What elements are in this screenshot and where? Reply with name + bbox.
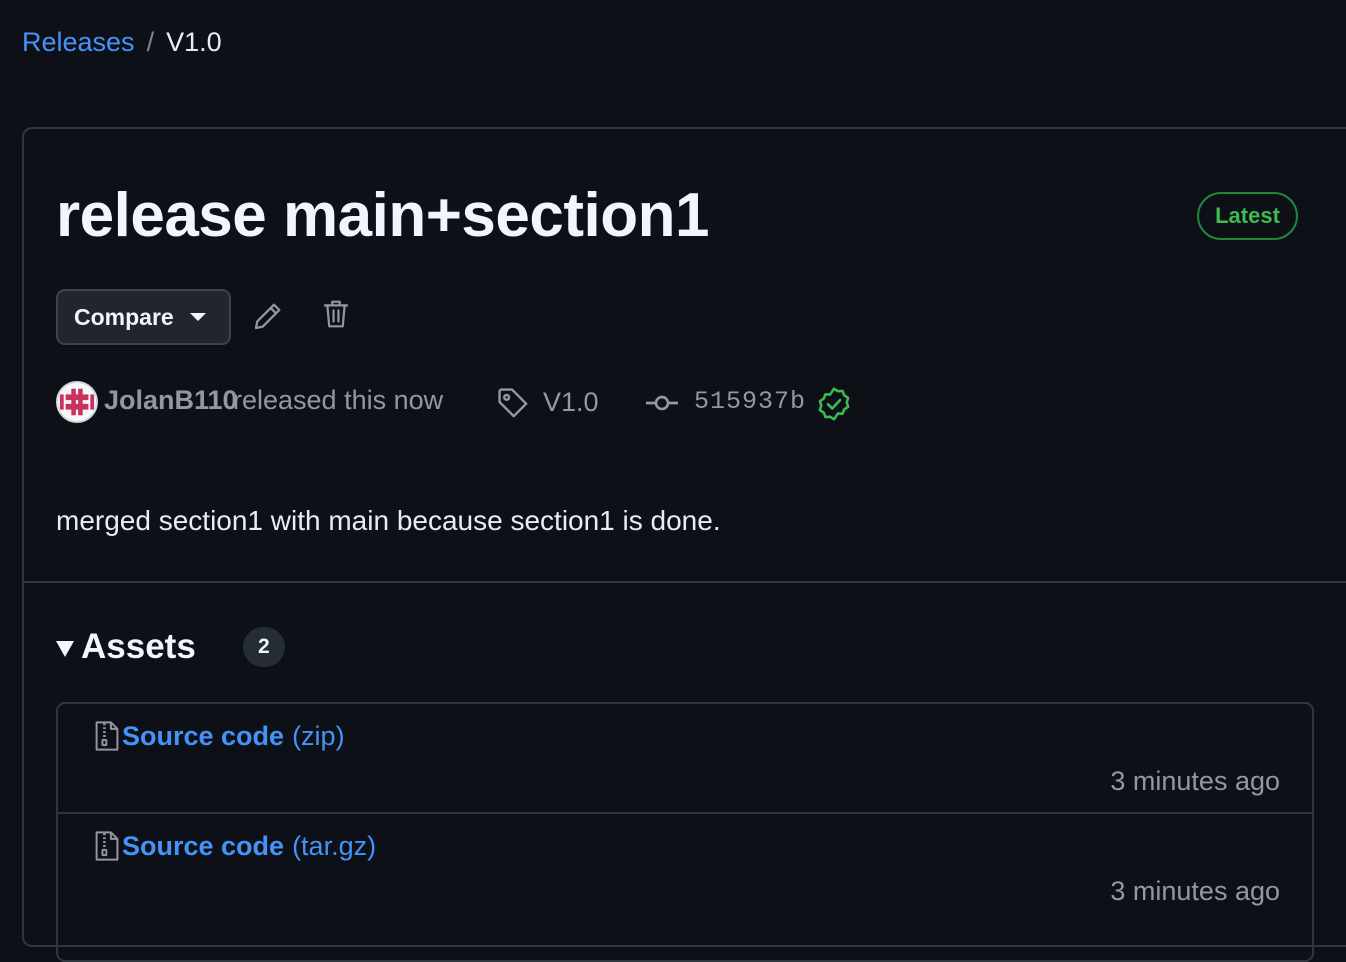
avatar-identicon	[58, 383, 96, 421]
verified-check-icon[interactable]	[816, 386, 852, 422]
asset-extension: (zip)	[292, 720, 345, 751]
asset-row: Source code (tar.gz) 3 minutes ago	[58, 814, 1312, 924]
git-commit-icon	[646, 395, 678, 411]
trash-icon	[323, 300, 349, 328]
release-description: merged section1 with main because sectio…	[56, 505, 721, 536]
compare-button[interactable]: Compare	[56, 289, 231, 345]
assets-list: Source code (zip) 3 minutes ago Source c…	[56, 702, 1314, 962]
assets-toggle[interactable]: Assets 2	[56, 625, 285, 669]
latest-badge: Latest	[1197, 192, 1298, 240]
tag-link[interactable]: V1.0	[543, 387, 599, 418]
release-meta: JolanB110 released this now V1.0 515937b	[56, 381, 956, 425]
asset-timestamp: 3 minutes ago	[1110, 876, 1280, 906]
triangle-down-icon	[56, 641, 74, 657]
commit-link[interactable]: 515937b	[694, 387, 806, 416]
release-card: release main+section1 Latest Compare Jol…	[22, 127, 1346, 962]
asset-extension: (tar.gz)	[292, 830, 377, 861]
assets-title: Assets	[81, 627, 196, 666]
file-zip-icon	[95, 721, 119, 751]
released-text: released this now	[233, 385, 444, 415]
asset-link-zip[interactable]: Source code (zip)	[94, 720, 345, 752]
caret-down-icon	[189, 313, 206, 321]
tag-icon	[498, 388, 528, 418]
breadcrumb: Releases / V1.0	[22, 26, 222, 58]
asset-name: Source code	[122, 720, 285, 751]
asset-link-targz[interactable]: Source code (tar.gz)	[94, 830, 376, 862]
breadcrumb-separator: /	[146, 27, 155, 57]
avatar[interactable]	[56, 381, 98, 423]
section-divider	[24, 581, 1346, 583]
release-title: release main+section1	[56, 181, 709, 250]
breadcrumb-releases-link[interactable]: Releases	[22, 26, 135, 58]
assets-count-badge: 2	[242, 627, 285, 667]
author-link[interactable]: JolanB110	[104, 385, 238, 416]
file-zip-icon	[95, 831, 119, 861]
pencil-icon	[254, 303, 281, 330]
edit-release-button[interactable]	[248, 296, 288, 336]
compare-button-label: Compare	[74, 303, 174, 330]
asset-name: Source code	[122, 830, 285, 861]
asset-timestamp: 3 minutes ago	[1110, 766, 1280, 796]
breadcrumb-current: V1.0	[166, 27, 222, 57]
asset-row: Source code (zip) 3 minutes ago	[58, 704, 1312, 814]
delete-release-button[interactable]	[316, 294, 356, 334]
